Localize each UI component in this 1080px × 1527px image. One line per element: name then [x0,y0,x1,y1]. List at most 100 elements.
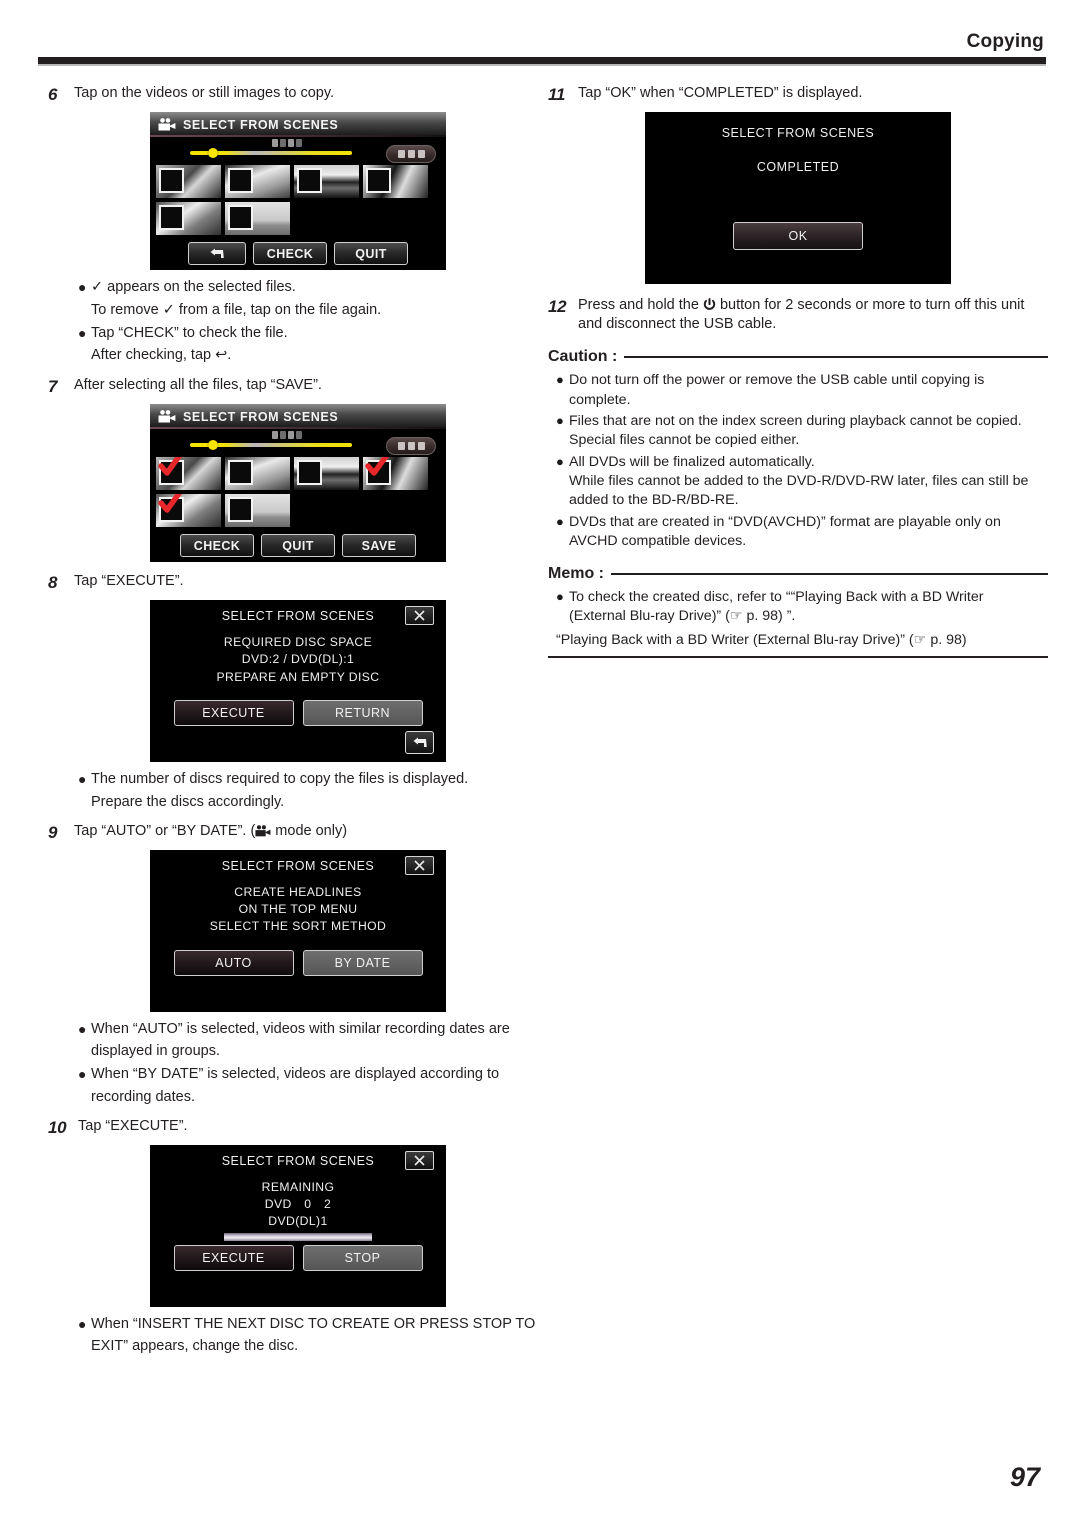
caution-text: DVDs that are created in “DVD(AVCHD)” fo… [569,513,1001,552]
scene-slider[interactable] [150,431,446,456]
dialog-title: SELECT FROM SCENES [221,1153,375,1168]
thumbnail-checkbox[interactable] [159,168,184,194]
thumbnail-item[interactable] [294,457,359,491]
dialog-title: SELECT FROM SCENES [721,126,875,141]
dialog-line: CREATE HEADLINES [234,884,362,899]
lcd-title-bar: SELECT FROM SCENES [150,404,446,430]
check-button[interactable]: CHECK [253,242,327,266]
bullet-marker: ● [78,1020,87,1037]
stop-button[interactable]: STOP [302,1244,423,1271]
step-9: 9 Tap “AUTO” or “BY DATE”. ( mode only) [48,822,548,844]
bullet-item: ● Tap “CHECK” to check the file. [48,324,548,344]
lcd-button-row: CHECK QUIT SAVE [150,534,446,558]
thumbnail-checkbox[interactable] [228,497,253,523]
bullet-item: ● ✓ appears on the selected files. [48,278,548,298]
camcorder-icon [158,410,176,423]
quit-button[interactable]: QUIT [334,242,408,266]
bullet-marker: ● [78,1066,87,1083]
thumbnail-checkbox[interactable] [159,205,184,231]
execute-button[interactable]: EXECUTE [173,1244,294,1271]
step-12-line-2: and disconnect the USB cable. [578,316,777,333]
caution-rule [624,356,1048,359]
thumbnail-item[interactable] [294,165,359,199]
caution-line: Files that are not on the index screen d… [569,412,1022,429]
step-8-number: 8 [48,573,58,593]
bullet-marker: ● [78,324,87,341]
thumbnail-checkbox[interactable] [366,168,391,194]
slider-knob[interactable] [208,440,218,451]
dialog-line: DVD 0 2 [264,1196,332,1211]
view-mode-button[interactable] [386,145,436,164]
thumbnail-item[interactable] [156,202,221,236]
thumbnail-item[interactable] [225,457,290,491]
thumbnail-checkbox[interactable] [228,460,253,486]
close-button[interactable] [405,606,434,626]
scene-slider[interactable] [150,139,446,164]
thumbnail-checkbox[interactable] [228,168,253,194]
thumbnail-item[interactable] [363,165,428,199]
auto-button[interactable]: AUTO [173,949,294,976]
lcd-button-row: CHECK QUIT [150,242,446,266]
bullet-subtext: recording dates. [91,1088,195,1105]
step-11: 11 Tap “OK” when “COMPLETED” is displaye… [548,84,1048,106]
lcd-title-bar: SELECT FROM SCENES [150,112,446,138]
lcd-screen-step-10: SELECT FROM SCENES REMAINING DVD 0 2 DVD… [150,1144,446,1307]
view-mode-button[interactable] [386,437,436,456]
back-arrow-button[interactable] [188,242,246,266]
checkmark-icon [158,457,182,476]
ok-button[interactable]: OK [733,222,863,251]
thumbnail-checkbox[interactable] [297,460,322,486]
lcd-screen-step-6: SELECT FROM SCENES CHECK QUIT [150,112,446,271]
thumbnail-row [156,457,440,491]
lcd-screen-step-9: SELECT FROM SCENES CREATE HEADLINES ON T… [150,849,446,1012]
checkmark-icon [158,494,182,513]
caution-line: complete. [569,391,631,408]
slider-knob[interactable] [208,148,218,159]
caution-line: added to the BD-R/BD-RE. [569,492,739,509]
thumbnail-checkbox[interactable] [297,168,322,194]
memo-footer-link[interactable]: “Playing Back with a BD Writer (External… [548,631,1048,650]
back-arrow-icon [210,248,224,258]
thumbnail-item-selected[interactable] [156,457,221,491]
memo-bottom-rule [548,656,1048,659]
thumbnail-item[interactable] [225,165,290,199]
thumbnail-item[interactable] [156,165,221,199]
dialog-actions: AUTO BY DATE [150,949,446,976]
back-button[interactable] [405,731,434,755]
dialog-line: REMAINING [261,1179,335,1194]
thumbnail-item-selected[interactable] [156,494,221,528]
bullet-subtext: To remove ✓ from a file, tap on the file… [91,301,382,318]
thumbnail-item[interactable] [225,202,290,236]
bullet-item: ● When “AUTO” is selected, videos with s… [48,1020,548,1040]
thumbnail-row [156,165,440,199]
caution-item: ● All DVDs will be finalized automatical… [548,453,1048,511]
close-icon [414,1155,425,1166]
power-icon [703,298,716,310]
step-12-text: Press and hold the button for 2 seconds … [578,296,1024,334]
execute-button[interactable]: EXECUTE [173,700,294,727]
step-10-text: Tap “EXECUTE”. [78,1117,188,1134]
close-button[interactable] [405,1150,434,1170]
by-date-button[interactable]: BY DATE [302,949,423,976]
close-button[interactable] [405,855,434,875]
lcd-screen-step-8: SELECT FROM SCENES REQUIRED DISC SPACE D… [150,600,446,763]
thumbnail-checkbox[interactable] [228,205,253,231]
dialog-line: DVD:2 / DVD(DL):1 [241,652,355,667]
bullet-item: ● The number of discs required to copy t… [48,770,548,790]
check-button[interactable]: CHECK [180,534,254,558]
dialog-line: SELECT THE SORT METHOD [209,919,387,934]
quit-button[interactable]: QUIT [261,534,335,558]
dialog-message: CREATE HEADLINES ON THE TOP MENU SELECT … [150,884,446,936]
page-number: 97 [1009,1462,1040,1492]
caution-line: Special files cannot be copied either. [569,432,800,449]
thumbnail-item[interactable] [225,494,290,528]
thumbnail-item-selected[interactable] [363,457,428,491]
thumbnail-grid [156,457,440,531]
step-7-number: 7 [48,376,58,396]
progress-bar [224,1232,372,1241]
return-button[interactable]: RETURN [302,700,423,727]
bullet-item: ● When “BY DATE” is selected, videos are… [48,1065,548,1085]
save-button[interactable]: SAVE [342,534,416,558]
left-column: 6 Tap on the videos or still images to c… [48,84,548,1360]
dialog-line: DVD(DL)1 [268,1214,328,1229]
